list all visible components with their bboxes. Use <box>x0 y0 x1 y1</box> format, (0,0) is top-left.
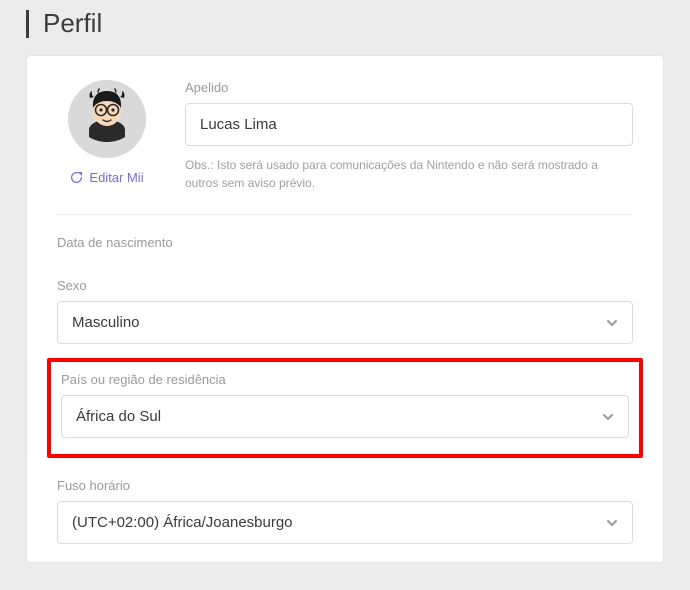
nickname-label: Apelido <box>185 80 633 95</box>
country-select-value: África do Sul <box>61 395 629 438</box>
title-accent-bar <box>26 10 29 38</box>
page-header: Perfil <box>0 0 690 55</box>
country-select[interactable]: África do Sul <box>61 395 629 438</box>
country-label: País ou região de residência <box>61 372 629 387</box>
nickname-column: Apelido Obs.: Isto será usado para comun… <box>185 80 633 192</box>
top-row: Editar Mii Apelido Obs.: Isto será usado… <box>27 80 663 192</box>
gender-block: Sexo Masculino <box>27 258 663 344</box>
profile-card: Editar Mii Apelido Obs.: Isto será usado… <box>26 55 664 563</box>
gender-label: Sexo <box>57 278 633 293</box>
timezone-label: Fuso horário <box>57 478 633 493</box>
gender-select-value: Masculino <box>57 301 633 344</box>
avatar <box>68 80 146 158</box>
dob-block: Data de nascimento <box>27 215 663 250</box>
gender-select[interactable]: Masculino <box>57 301 633 344</box>
edit-mii-link[interactable]: Editar Mii <box>70 170 143 185</box>
mii-avatar-icon <box>68 80 146 158</box>
edit-mii-label: Editar Mii <box>89 170 143 185</box>
country-highlighted-block: País ou região de residência África do S… <box>47 358 643 458</box>
nickname-input[interactable] <box>185 103 633 146</box>
avatar-column: Editar Mii <box>57 80 157 192</box>
page-title: Perfil <box>43 8 102 39</box>
timezone-block: Fuso horário (UTC+02:00) África/Joanesbu… <box>27 458 663 544</box>
timezone-select-value: (UTC+02:00) África/Joanesburgo <box>57 501 633 544</box>
dob-label: Data de nascimento <box>57 235 633 250</box>
refresh-icon <box>70 171 83 184</box>
timezone-select[interactable]: (UTC+02:00) África/Joanesburgo <box>57 501 633 544</box>
nickname-hint: Obs.: Isto será usado para comunicações … <box>185 156 633 192</box>
